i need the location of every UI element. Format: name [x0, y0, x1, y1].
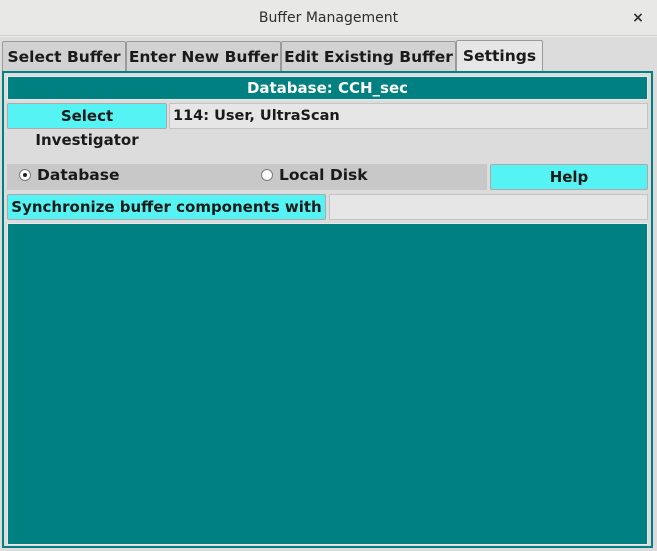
tab-select-buffer[interactable]: Select Buffer [2, 41, 126, 71]
tab-edit-existing-buffer[interactable]: Edit Existing Buffer [281, 41, 456, 71]
close-icon[interactable]: × [629, 9, 647, 27]
settings-panel: Database: CCH_sec Select Investigator 11… [2, 71, 653, 548]
status-text-area [7, 223, 648, 545]
data-source-radio-group: Database Local Disk [7, 164, 487, 190]
window-title: Buffer Management [258, 10, 399, 26]
database-banner: Database: CCH_sec [7, 76, 648, 100]
local-disk-radio-label[interactable]: Local Disk [279, 166, 368, 184]
local-disk-radio[interactable] [261, 169, 273, 181]
tab-enter-new-buffer[interactable]: Enter New Buffer [126, 41, 281, 71]
window-content: Select Buffer Enter New Buffer Edit Exis… [0, 37, 657, 551]
help-button[interactable]: Help [490, 164, 648, 190]
select-investigator-button[interactable]: Select Investigator [7, 103, 167, 149]
database-radio[interactable] [19, 169, 31, 181]
tab-bar: Select Buffer Enter New Buffer Edit Exis… [2, 40, 653, 72]
tab-settings[interactable]: Settings [456, 40, 543, 72]
synchronize-buffer-button[interactable]: Synchronize buffer components with DB [7, 194, 326, 240]
investigator-field: 114: User, UltraScan [169, 103, 648, 129]
window-titlebar: Buffer Management × [0, 0, 657, 36]
database-radio-label[interactable]: Database [37, 166, 120, 184]
sync-status-field [329, 194, 648, 220]
